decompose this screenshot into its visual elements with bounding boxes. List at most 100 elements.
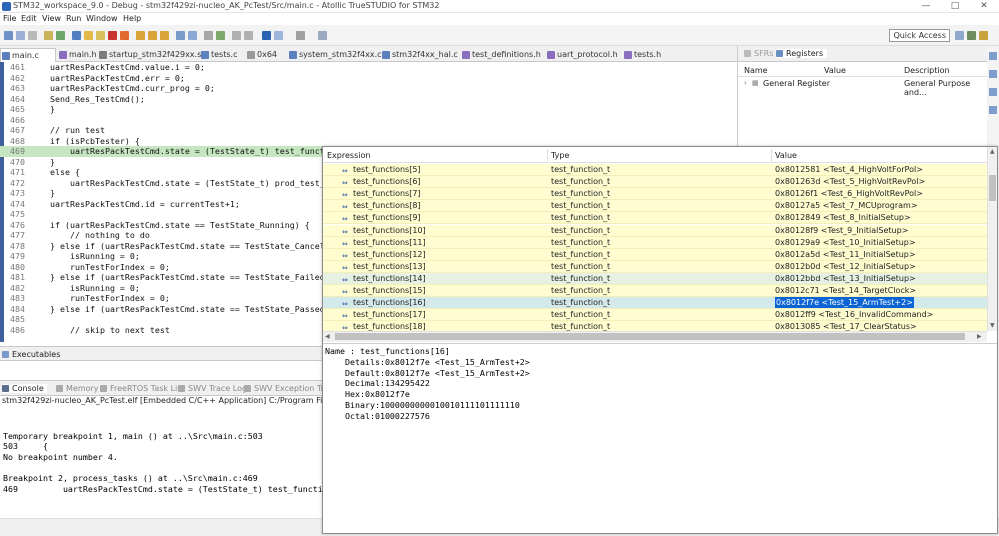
tab-tests-h[interactable]: tests.h	[623, 48, 673, 62]
terminal-icon[interactable]	[318, 31, 327, 40]
window-icon[interactable]	[274, 31, 283, 40]
save-icon[interactable]	[16, 31, 25, 40]
menu-help[interactable]: Help	[123, 14, 141, 23]
view-icon[interactable]	[989, 70, 997, 78]
expression-row[interactable]: ⇔ test_functions[15] test_function_t 0x8012…	[323, 285, 987, 297]
col-value[interactable]: Value	[775, 151, 797, 160]
view-icon[interactable]	[989, 88, 997, 96]
print-icon[interactable]	[28, 31, 37, 40]
value-detail-pane[interactable]: Name : test_functions[16] Details:0x8012…	[323, 343, 997, 533]
maximize-button[interactable]: □	[941, 0, 969, 13]
run-icon[interactable]	[216, 31, 225, 40]
quick-access-field[interactable]: Quick Access	[889, 29, 950, 42]
expression-row[interactable]: ⇔ test_functions[12] test_function_t 0x8012…	[323, 248, 987, 261]
step-over-icon[interactable]	[148, 31, 157, 40]
horizontal-scroll-thumb[interactable]	[335, 333, 965, 340]
scroll-left-icon[interactable]: ◀	[325, 333, 330, 340]
tab-executables[interactable]: Executables	[2, 350, 60, 359]
tab-main-c[interactable]: main.c	[0, 48, 56, 62]
tab-swv-exception[interactable]: SWV Exception Trac	[244, 384, 325, 393]
tab-0x64[interactable]: 0x64	[246, 48, 286, 62]
code-line[interactable]: 468 if (isPcbTester) {	[0, 136, 735, 147]
perspective-icon[interactable]	[955, 31, 964, 40]
col-expression[interactable]: Expression	[327, 151, 370, 160]
external-tools-icon[interactable]	[204, 31, 213, 40]
view-icon[interactable]	[989, 52, 997, 60]
right-side-toolbar	[987, 46, 999, 146]
debug-perspective-icon[interactable]	[967, 31, 976, 40]
code-line[interactable]: 463 uartResPackTestCmd.curr_prog = 0;	[0, 83, 735, 94]
column-divider[interactable]	[547, 149, 548, 161]
tab-uart-protocol[interactable]: uart_protocol.h	[546, 48, 622, 62]
terminate-icon[interactable]	[108, 31, 117, 40]
scroll-right-icon[interactable]: ▶	[977, 333, 982, 340]
expression-row[interactable]: ⇔ test_functions[14] test_function_t 0x8012…	[323, 272, 987, 285]
code-line[interactable]: 466	[0, 115, 735, 126]
suspend-icon[interactable]	[96, 31, 105, 40]
column-divider[interactable]	[771, 149, 772, 161]
cpp-perspective-icon[interactable]	[979, 31, 988, 40]
tab-swv-trace-log[interactable]: SWV Trace Log	[178, 384, 247, 393]
tab-startup[interactable]: startup_stm32f429xx.s	[98, 48, 201, 62]
expression-row[interactable]: ⇔ test_functions[8] test_function_t 0x80127…	[323, 200, 987, 213]
code-line[interactable]: 462 uartResPackTestCmd.err = 0;	[0, 73, 735, 84]
tab-stm32f4xx-hal[interactable]: stm32f4xx_hal.c	[381, 48, 461, 62]
line-number: 464	[10, 93, 25, 104]
expression-row[interactable]: ⇔ test_functions[9] test_function_t 0x80128…	[323, 212, 987, 225]
close-button[interactable]: ✕	[970, 0, 998, 13]
tab-freertos[interactable]: FreeRTOS Task List	[100, 384, 185, 393]
disconnect-icon[interactable]	[120, 31, 129, 40]
step-return-icon[interactable]	[160, 31, 169, 40]
expression-row[interactable]: ⇔ test_functions[18] test_function_t 0x8013…	[323, 321, 987, 331]
debug-icon[interactable]	[56, 31, 65, 40]
build-icon[interactable]	[44, 31, 53, 40]
expression-row[interactable]: ⇔ test_functions[7] test_function_t 0x80126…	[323, 188, 987, 201]
expression-row[interactable]: ⇔ test_functions[11] test_function_t 0x8012…	[323, 236, 987, 249]
expression-row[interactable]: ⇔ test_functions[10] test_function_t 0x8012…	[323, 224, 987, 237]
expression-row[interactable]: ⇔ test_functions[5] test_function_t 0x80125…	[323, 164, 987, 176]
expression-row[interactable]: ⇔ test_functions[17] test_function_t 0x8012…	[323, 309, 987, 322]
tab-tests-c[interactable]: tests.c	[200, 48, 248, 62]
tab-console[interactable]: Console	[2, 384, 47, 393]
menu-window[interactable]: Window	[86, 14, 118, 23]
menu-run[interactable]: Run	[66, 14, 81, 23]
instruction-step-icon[interactable]	[176, 31, 185, 40]
tab-test-definitions[interactable]: test_definitions.h	[461, 48, 545, 62]
code-line[interactable]: 467 // run test	[0, 125, 735, 136]
minimize-button[interactable]: —	[912, 0, 940, 13]
expression-row[interactable]: ⇔ test_functions[13] test_function_t 0x8012…	[323, 260, 987, 273]
code-text: // run test	[50, 125, 105, 135]
expression-type: test_function_t	[551, 189, 611, 199]
view-icon[interactable]	[989, 106, 997, 114]
info-icon[interactable]	[262, 31, 271, 40]
tab-memory[interactable]: Memory	[56, 384, 99, 393]
vertical-scroll-thumb[interactable]	[989, 175, 996, 201]
back-icon[interactable]	[232, 31, 241, 40]
scroll-up-icon[interactable]: ▲	[990, 148, 995, 155]
resume-icon[interactable]	[84, 31, 93, 40]
tab-sfrs[interactable]: SFRs	[744, 49, 773, 58]
forward-icon[interactable]	[244, 31, 253, 40]
reset-icon[interactable]	[188, 31, 197, 40]
tab-system-stm32f4xx[interactable]: system_stm32f4xx.c	[288, 48, 382, 62]
expression-row[interactable]: ⇔ test_functions[6] test_function_t 0x80126…	[323, 176, 987, 189]
expression-value: 0x8012849 <Test_8_InitialSetup>	[775, 213, 911, 223]
step-into-icon[interactable]	[136, 31, 145, 40]
expression-row[interactable]: ⇔ test_functions[16] test_function_t 0x8012…	[323, 297, 987, 310]
memory-icon	[56, 385, 63, 392]
code-line[interactable]: 464 Send_Res_TestCmd();	[0, 94, 735, 105]
code-line[interactable]: 465}	[0, 104, 735, 115]
col-type[interactable]: Type	[551, 151, 569, 160]
scroll-down-icon[interactable]: ▼	[990, 322, 995, 329]
new-icon[interactable]	[4, 31, 13, 40]
skip-breakpoints-icon[interactable]	[72, 31, 81, 40]
expression-hover-popup[interactable]: Expression Type Value ⇔ test_functions[5]…	[322, 146, 998, 534]
code-line[interactable]: 461 uartResPackTestCmd.value.i = 0;	[0, 62, 735, 73]
tab-registers[interactable]: Registers	[776, 49, 828, 58]
expand-chevron-icon[interactable]: ›	[744, 79, 747, 87]
menu-file[interactable]: File	[3, 14, 16, 23]
console-output[interactable]: Temporary breakpoint 1, main () at ..\Sr…	[0, 408, 325, 518]
menu-view[interactable]: View	[42, 14, 61, 23]
menu-edit[interactable]: Edit	[21, 14, 37, 23]
layout-icon[interactable]	[296, 31, 305, 40]
